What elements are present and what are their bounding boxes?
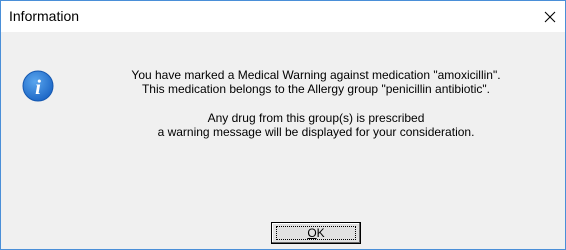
message-line: You have marked a Medical Warning agains… — [131, 68, 501, 82]
message-line: This medication belongs to the Allergy g… — [141, 82, 491, 96]
window-title: Information — [9, 8, 80, 24]
ok-button[interactable]: OK — [271, 222, 361, 244]
close-button[interactable] — [535, 1, 565, 32]
close-icon — [544, 11, 556, 22]
information-icon: i — [22, 70, 54, 102]
ok-button-label: OK — [307, 226, 325, 240]
message-line: Any drug from this group(s) is prescribe… — [207, 111, 425, 125]
message-text: You have marked a Medical Warning agains… — [71, 68, 561, 139]
svg-text:i: i — [35, 75, 41, 99]
dialog-body: i You have marked a Medical Warning agai… — [1, 32, 565, 249]
information-dialog: Information i You have marked a Medical … — [0, 0, 566, 250]
title-bar[interactable]: Information — [1, 1, 565, 32]
message-line: a warning message will be displayed for … — [157, 125, 475, 139]
